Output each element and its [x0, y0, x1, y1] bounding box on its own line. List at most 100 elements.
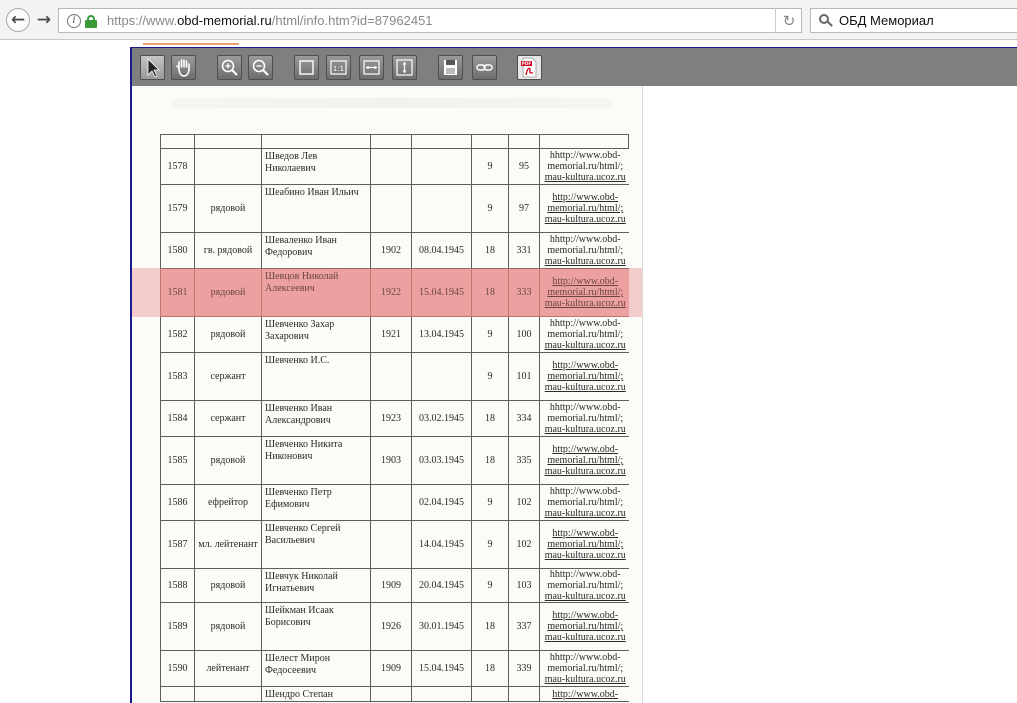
source-link-line[interactable]: hhttp://www.obd- [542, 150, 629, 161]
source-link-line[interactable]: http://www.obd- [542, 444, 629, 455]
source-link-line[interactable]: mau-kultura.ucoz.ru [542, 172, 629, 183]
record-source-link[interactable]: http://www.obd-memorial.ru/html/; mau-kul… [539, 520, 629, 569]
table-row[interactable]: 1580 гв. рядовой Шеваленко Иван Федорович 1… [160, 232, 629, 269]
source-link-line[interactable]: http://www.obd- [542, 689, 629, 700]
source-link-line[interactable]: mau-kultura.ucoz.ru [542, 466, 629, 477]
back-arrow-icon[interactable]: ← [6, 8, 30, 32]
source-link-line[interactable]: mau-kultura.ucoz.ru [542, 591, 629, 602]
source-link-line[interactable]: hhttp://www.obd- [542, 652, 629, 663]
source-link-line[interactable]: memorial.ru/html/; [542, 539, 629, 550]
source-link-line[interactable]: mau-kultura.ucoz.ru [542, 382, 629, 393]
source-link-line[interactable]: memorial.ru/html/; [542, 203, 629, 214]
record-volume: 9 [471, 148, 509, 185]
source-link-line[interactable]: http://www.obd- [542, 360, 629, 371]
select-pointer-button[interactable] [140, 55, 165, 80]
source-link-line[interactable]: http://www.obd- [542, 528, 629, 539]
record-source-link[interactable]: hhttp://www.obd-memorial.ru/html/; mau-ku… [539, 148, 629, 185]
record-source-link[interactable]: http://www.obd-memorial.ru/html/; mau-kul… [539, 352, 629, 401]
table-row[interactable]: Шендро Степан http://www.obd- [160, 686, 629, 702]
source-link-line[interactable]: mau-kultura.ucoz.ru [542, 674, 629, 685]
address-bar[interactable]: i https://www.obd-memorial.ru/html/info.… [58, 8, 802, 33]
source-link-line[interactable]: memorial.ru/html/; [542, 161, 629, 172]
source-link-line[interactable]: memorial.ru/html/; [542, 663, 629, 674]
fit-page-button[interactable] [294, 55, 319, 80]
search-text[interactable]: ОБД Мемориал [839, 13, 934, 28]
record-source-link[interactable]: http://www.obd-memorial.ru/html/; mau-kul… [539, 436, 629, 485]
table-row[interactable]: 1579 рядовой Шеабино Иван Ильич 9 97 http://w… [160, 184, 629, 233]
source-link-line[interactable]: http://www.obd- [542, 276, 629, 287]
link-button[interactable] [472, 55, 497, 80]
source-link-line[interactable]: memorial.ru/html/; [542, 580, 629, 591]
source-link-line[interactable]: memorial.ru/html/; [542, 621, 629, 632]
record-source-link[interactable]: hhttp://www.obd-memorial.ru/html/; mau-ku… [539, 400, 629, 437]
info-icon[interactable]: i [67, 14, 81, 28]
pan-hand-button[interactable] [171, 55, 196, 80]
source-link-line[interactable]: mau-kultura.ucoz.ru [542, 298, 629, 309]
record-source-link[interactable]: http://www.obd-memorial.ru/html/; mau-kul… [539, 602, 629, 651]
search-input[interactable]: ОБД Мемориал [810, 8, 1017, 33]
record-source-link[interactable]: http://www.obd- [539, 686, 629, 702]
record-birth-year [370, 352, 412, 401]
record-birth-year [370, 184, 412, 233]
source-link-line[interactable]: hhttp://www.obd- [542, 570, 629, 581]
table-row[interactable]: 1588 рядовой Шевчук Николай Игнатьевич 1909… [160, 568, 629, 603]
source-link-line[interactable]: mau-kultura.ucoz.ru [542, 550, 629, 561]
zoom-in-button[interactable] [217, 55, 242, 80]
url-text[interactable]: https://www.obd-memorial.ru/html/info.ht… [107, 13, 433, 28]
source-link-line[interactable]: memorial.ru/html/; [542, 413, 629, 424]
source-link-line[interactable]: hhttp://www.obd- [542, 318, 629, 329]
table-row[interactable]: 1584 сержант Шевченко Иван Александрович 19… [160, 400, 629, 437]
record-name: Шевченко И.С. [261, 352, 371, 401]
lock-icon[interactable] [85, 15, 97, 28]
document-area[interactable]: 1578 Шведов Лев Николаевич 9 95 hhttp://www.… [132, 86, 1017, 703]
table-row[interactable]: 1581 рядовой Шевцов Николай Алексеевич 1922… [160, 268, 629, 317]
source-link-line[interactable]: http://www.obd- [542, 610, 629, 621]
source-link-line[interactable]: memorial.ru/html/; [542, 287, 629, 298]
source-link-line[interactable]: http://www.obd- [542, 192, 629, 203]
table-row[interactable]: 1585 рядовой Шевченко Никита Никонович 1903… [160, 436, 629, 485]
table-row[interactable]: 1590 лейтенант Шелест Мирон Федосеевич 1909… [160, 650, 629, 687]
record-source-link[interactable]: http://www.obd-memorial.ru/html/; mau-kul… [539, 268, 629, 317]
table-row[interactable]: 1586 ефрейтор Шевченко Петр Ефимович 02.04.… [160, 484, 629, 521]
pdf-button[interactable]: PDF [517, 55, 542, 80]
record-source-link[interactable]: hhttp://www.obd-memorial.ru/html/; mau-ku… [539, 484, 629, 521]
source-link-line[interactable]: memorial.ru/html/; [542, 245, 629, 256]
record-source-link[interactable]: hhttp://www.obd-memorial.ru/html/; mau-ku… [539, 232, 629, 269]
source-link-line[interactable]: mau-kultura.ucoz.ru [542, 340, 629, 351]
zoom-out-button[interactable] [248, 55, 273, 80]
source-link-line[interactable]: mau-kultura.ucoz.ru [542, 632, 629, 643]
source-link-line[interactable]: memorial.ru/html/; [542, 455, 629, 466]
table-row[interactable]: 1587 мл. лейтенант Шевченко Сергей Василье… [160, 520, 629, 569]
fit-height-button[interactable] [392, 55, 417, 80]
forward-arrow-icon[interactable]: → [32, 8, 56, 32]
save-button[interactable] [438, 55, 463, 80]
source-link-line[interactable]: hhttp://www.obd- [542, 234, 629, 245]
record-source-link[interactable]: hhttp://www.obd-memorial.ru/html/; mau-ku… [539, 650, 629, 687]
source-link-line[interactable]: mau-kultura.ucoz.ru [542, 424, 629, 435]
record-source-link[interactable]: hhttp://www.obd-memorial.ru/html/; mau-ku… [539, 316, 629, 353]
record-rank: гв. рядовой [194, 232, 262, 269]
fit-width-button[interactable] [359, 55, 384, 80]
reload-icon[interactable]: ↻ [775, 8, 802, 33]
actual-size-button[interactable]: 1:1 [326, 55, 351, 80]
source-link-line[interactable]: memorial.ru/html/; [542, 497, 629, 508]
record-name: Шевченко Никита Никонович [261, 436, 371, 485]
source-link-line[interactable]: mau-kultura.ucoz.ru [542, 256, 629, 267]
record-volume: 18 [471, 650, 509, 687]
table-row[interactable]: 1583 сержант Шевченко И.С. 9 101 http://www.o… [160, 352, 629, 401]
record-source-link[interactable]: http://www.obd-memorial.ru/html/; mau-kul… [539, 184, 629, 233]
record-name: Шевчук Николай Игнатьевич [261, 568, 371, 603]
record-page: 103 [508, 568, 540, 603]
source-link-line[interactable]: memorial.ru/html/; [542, 371, 629, 382]
table-row[interactable]: 1578 Шведов Лев Николаевич 9 95 hhttp://www.… [160, 148, 629, 185]
source-link-line[interactable]: hhttp://www.obd- [542, 486, 629, 497]
record-source-link[interactable]: hhttp://www.obd-memorial.ru/html/; mau-ku… [539, 568, 629, 603]
source-link-line[interactable]: mau-kultura.ucoz.ru [542, 508, 629, 519]
document-viewer: 1:1 PDF 1578 Шведов Лев Николаевич 9 95 … [130, 47, 1017, 703]
source-link-line[interactable]: memorial.ru/html/; [542, 329, 629, 340]
source-link-line[interactable]: mau-kultura.ucoz.ru [542, 214, 629, 225]
source-link-line[interactable]: hhttp://www.obd- [542, 402, 629, 413]
table-row[interactable]: 1589 рядовой Шейкман Исаак Борисович 1926 30… [160, 602, 629, 651]
table-row[interactable]: 1582 рядовой Шевченко Захар Захарович 1921 1… [160, 316, 629, 353]
record-death-date [411, 352, 472, 401]
